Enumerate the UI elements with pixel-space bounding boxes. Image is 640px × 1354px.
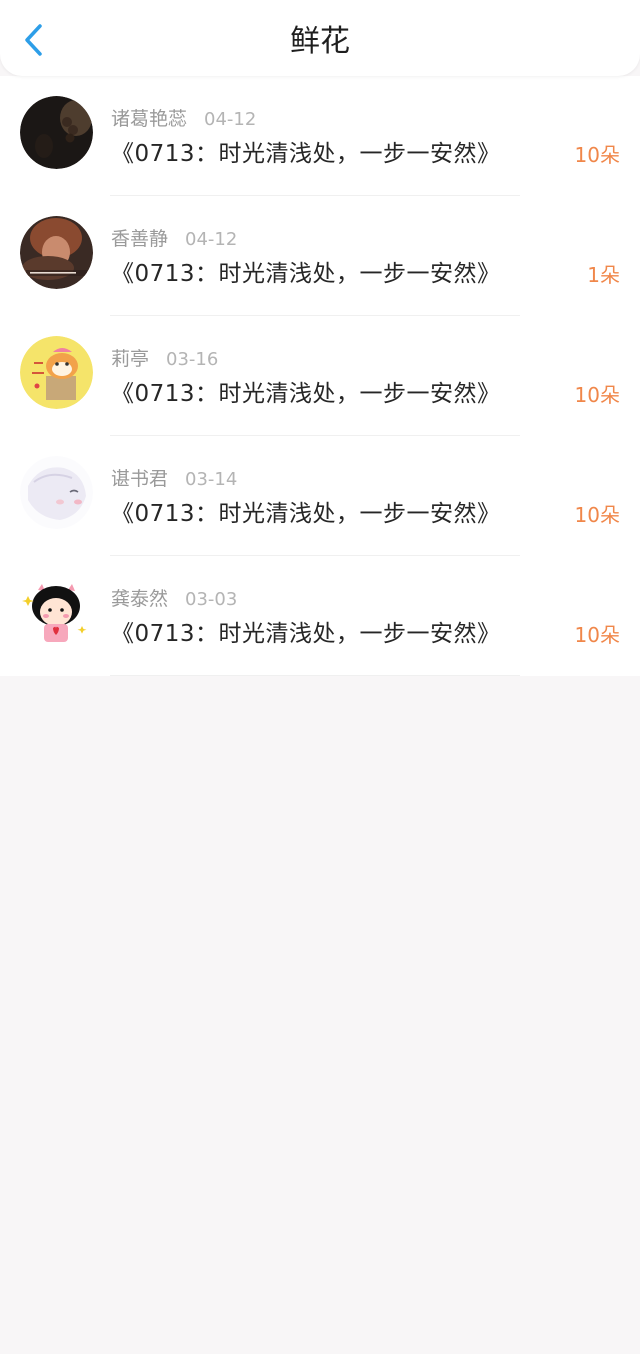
avatar: [20, 96, 93, 169]
work-title: 《0713：时光清浅处，一步一安然》: [111, 381, 501, 407]
avatar: [20, 576, 93, 649]
avatar: [20, 336, 93, 409]
work-title: 《0713：时光清浅处，一步一安然》: [111, 261, 501, 287]
flower-count: 10朵: [574, 143, 620, 167]
list-item[interactable]: 谌书君 03-14 《0713：时光清浅处，一步一安然》 10朵: [0, 436, 640, 556]
work-title: 《0713：时光清浅处，一步一安然》: [111, 141, 501, 167]
flower-count: 10朵: [574, 383, 620, 407]
item-date: 04-12: [204, 109, 257, 130]
item-meta: 诸葛艳蕊 04-12: [111, 106, 256, 132]
list-item[interactable]: 龚泰然 03-03 《0713：时光清浅处，一步一安然》 10朵: [0, 556, 640, 676]
list-item[interactable]: 莉亭 03-16 《0713：时光清浅处，一步一安然》 10朵: [0, 316, 640, 436]
item-date: 03-16: [166, 349, 219, 370]
item-date: 03-03: [185, 589, 238, 610]
flower-list: 诸葛艳蕊 04-12 《0713：时光清浅处，一步一安然》 10朵 香善静 04-1…: [0, 76, 640, 676]
flower-count: 10朵: [574, 623, 620, 647]
item-meta: 龚泰然 03-03: [111, 586, 237, 612]
user-name: 莉亭: [111, 348, 150, 370]
work-title: 《0713：时光清浅处，一步一安然》: [111, 621, 501, 647]
item-meta: 香善静 04-12: [111, 226, 237, 252]
user-name: 香善静: [111, 228, 169, 250]
list-item[interactable]: 诸葛艳蕊 04-12 《0713：时光清浅处，一步一安然》 10朵: [0, 76, 640, 196]
user-name: 龚泰然: [111, 588, 169, 610]
user-name: 诸葛艳蕊: [111, 108, 188, 130]
flower-count: 10朵: [574, 503, 620, 527]
top-bar: 鲜花: [0, 0, 640, 76]
flower-count: 1朵: [587, 263, 620, 287]
item-meta: 莉亭 03-16: [111, 346, 218, 372]
item-date: 04-12: [185, 229, 238, 250]
user-name: 谌书君: [111, 468, 169, 490]
page-title: 鲜花: [290, 24, 350, 59]
list-item[interactable]: 香善静 04-12 《0713：时光清浅处，一步一安然》 1朵: [0, 196, 640, 316]
avatar: [20, 216, 93, 289]
divider: [110, 675, 520, 676]
item-meta: 谌书君 03-14: [111, 466, 237, 492]
avatar: [20, 456, 93, 529]
item-date: 03-14: [185, 469, 238, 490]
work-title: 《0713：时光清浅处，一步一安然》: [111, 501, 501, 527]
